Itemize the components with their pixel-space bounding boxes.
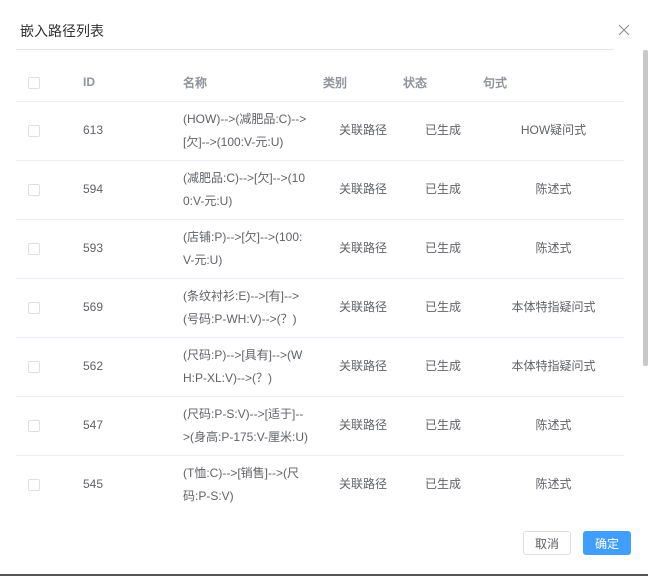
cell-pattern: 本体特指疑问式 xyxy=(483,278,624,338)
table-row[interactable]: 594 (减肥品:C)-->[欠]-->(100:V-元:U) 关联路径 已生成… xyxy=(16,160,624,220)
cell-name: (尺码:P-S:V)-->[适于]-->(身高:P-175:V-厘米:U) xyxy=(183,406,309,444)
header-status[interactable]: 状态 xyxy=(403,64,483,102)
row-checkbox[interactable] xyxy=(28,183,40,196)
cell-name: (HOW)-->(减肥品:C)-->[欠]-->(100:V-元:U) xyxy=(183,111,307,149)
scrollbar[interactable] xyxy=(643,50,648,366)
confirm-button[interactable]: 确定 xyxy=(583,531,631,555)
header-id[interactable]: ID xyxy=(83,64,183,102)
cell-pattern: HOW疑问式 xyxy=(483,101,624,161)
cell-category: 关联路径 xyxy=(323,101,403,161)
cell-pattern: 本体特指疑问式 xyxy=(483,337,624,397)
row-checkbox[interactable] xyxy=(28,301,40,314)
table-container: ID 名称 类别 状态 句式 613 (HOW)-->(减肥品:C)-->[欠]… xyxy=(16,64,624,510)
cell-id: 594 xyxy=(83,160,183,220)
table-header: ID 名称 类别 状态 句式 xyxy=(16,64,624,102)
cell-pattern: 陈述式 xyxy=(483,160,624,220)
cell-category: 关联路径 xyxy=(323,219,403,279)
cell-status: 已生成 xyxy=(403,455,483,510)
cancel-button[interactable]: 取消 xyxy=(523,531,571,555)
cell-status: 已生成 xyxy=(403,396,483,456)
cell-id: 547 xyxy=(83,396,183,456)
cell-id: 613 xyxy=(83,101,183,161)
cell-status: 已生成 xyxy=(403,160,483,220)
select-all-checkbox[interactable] xyxy=(28,77,40,90)
header-pattern[interactable]: 句式 xyxy=(483,64,624,102)
table-row[interactable]: 569 (条纹衬衫:E)-->[有]-->(号码:P-WH:V)-->(？) 关… xyxy=(16,278,624,338)
cell-category: 关联路径 xyxy=(323,160,403,220)
cell-id: 569 xyxy=(83,278,183,338)
cell-pattern: 陈述式 xyxy=(483,396,624,456)
cell-name: (店铺:P)-->[欠]-->(100:V-元:U) xyxy=(183,229,303,267)
close-icon[interactable] xyxy=(617,23,631,37)
row-checkbox[interactable] xyxy=(28,360,40,373)
table-row[interactable]: 545 (T恤:C)-->[销售]-->(尺码:P-S:V) 关联路径 已生成 … xyxy=(16,455,624,510)
header-name[interactable]: 名称 xyxy=(183,64,323,102)
divider xyxy=(16,49,614,50)
cell-category: 关联路径 xyxy=(323,455,403,510)
row-checkbox[interactable] xyxy=(28,124,40,137)
table-row[interactable]: 613 (HOW)-->(减肥品:C)-->[欠]-->(100:V-元:U) … xyxy=(16,101,624,161)
header-category[interactable]: 类别 xyxy=(323,64,403,102)
row-checkbox[interactable] xyxy=(28,242,40,255)
cell-category: 关联路径 xyxy=(323,278,403,338)
path-table: ID 名称 类别 状态 句式 613 (HOW)-->(减肥品:C)-->[欠]… xyxy=(16,64,624,510)
cell-status: 已生成 xyxy=(403,278,483,338)
row-checkbox[interactable] xyxy=(28,478,40,491)
cell-status: 已生成 xyxy=(403,337,483,397)
cell-category: 关联路径 xyxy=(323,396,403,456)
table-row[interactable]: 593 (店铺:P)-->[欠]-->(100:V-元:U) 关联路径 已生成 … xyxy=(16,219,624,279)
cell-category: 关联路径 xyxy=(323,337,403,397)
cell-pattern: 陈述式 xyxy=(483,455,624,510)
cell-pattern: 陈述式 xyxy=(483,219,624,279)
cell-status: 已生成 xyxy=(403,219,483,279)
table-row[interactable]: 562 (尺码:P)-->[具有]-->(WH:P-XL:V)-->(？) 关联… xyxy=(16,337,624,397)
cell-name: (减肥品:C)-->[欠]-->(100:V-元:U) xyxy=(183,170,306,208)
table-row[interactable]: 547 (尺码:P-S:V)-->[适于]-->(身高:P-175:V-厘米:U… xyxy=(16,396,624,456)
row-checkbox[interactable] xyxy=(28,419,40,432)
cell-id: 545 xyxy=(83,455,183,510)
cell-id: 593 xyxy=(83,219,183,279)
cell-name: (尺码:P)-->[具有]-->(WH:P-XL:V)-->(？) xyxy=(183,347,303,385)
cell-status: 已生成 xyxy=(403,101,483,161)
cell-name: (条纹衬衫:E)-->[有]-->(号码:P-WH:V)-->(？) xyxy=(183,288,299,326)
cell-id: 562 xyxy=(83,337,183,397)
dialog-title: 嵌入路径列表 xyxy=(20,23,104,39)
cell-name: (T恤:C)-->[销售]-->(尺码:P-S:V) xyxy=(183,465,299,503)
